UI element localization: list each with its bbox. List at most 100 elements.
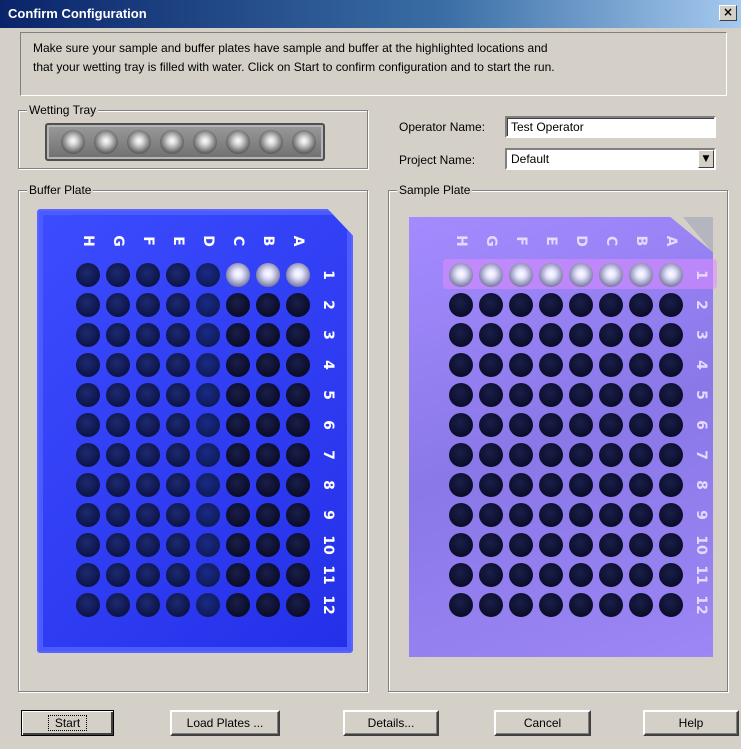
sample-plate-well: [569, 293, 593, 317]
sample-plate-well: [599, 503, 623, 527]
buffer-plate-well: [106, 473, 130, 497]
sample-plate-well: [629, 473, 653, 497]
buffer-plate-well: [166, 323, 190, 347]
buffer-plate-well: [136, 593, 160, 617]
start-button[interactable]: Start: [21, 710, 114, 736]
sample-plate-well: [659, 443, 683, 467]
buffer-plate-well: [226, 353, 250, 377]
sample-plate-well: [659, 473, 683, 497]
sample-plate-well: [509, 263, 533, 287]
sample-plate-column-label: C: [603, 235, 619, 247]
buffer-plate-well: [136, 383, 160, 407]
sample-plate-well: [569, 533, 593, 557]
sample-plate-well: [629, 503, 653, 527]
sample-plate-well: [539, 263, 563, 287]
sample-plate-well: [569, 473, 593, 497]
sample-plate-well: [449, 353, 473, 377]
sample-plate-well: [659, 563, 683, 587]
buffer-plate-well: [286, 263, 310, 287]
buffer-plate-well: [136, 263, 160, 287]
wetting-tray: [45, 123, 325, 161]
operator-name-input[interactable]: [505, 116, 716, 138]
sample-plate-well: [449, 413, 473, 437]
buffer-plate-row-label: 11: [320, 565, 336, 585]
buffer-plate-well: [106, 353, 130, 377]
sample-plate-group: Sample Plate H G F E D C B A 1 2 3 4 5 6 7 8 9 10 11 12: [388, 183, 728, 692]
buffer-plate-well: [286, 293, 310, 317]
buffer-plate-well: [76, 443, 100, 467]
project-name-select[interactable]: Default ▼: [505, 148, 716, 170]
sample-plate-well: [629, 263, 653, 287]
close-button[interactable]: ×: [719, 5, 737, 21]
buffer-plate-well: [256, 593, 280, 617]
buffer-plate-well: [226, 293, 250, 317]
buffer-plate-well: [286, 443, 310, 467]
buffer-plate-well: [76, 353, 100, 377]
sample-plate-well: [479, 413, 503, 437]
buffer-plate-well: [196, 563, 220, 587]
buffer-plate-well: [256, 413, 280, 437]
load-plates-button[interactable]: Load Plates ...: [170, 710, 280, 736]
buffer-plate-well: [256, 533, 280, 557]
sample-plate-well: [449, 503, 473, 527]
sample-plate-well: [509, 533, 533, 557]
buffer-plate-well: [196, 443, 220, 467]
buffer-plate-well: [256, 383, 280, 407]
sample-plate-well: [479, 593, 503, 617]
sample-plate-well: [599, 383, 623, 407]
sample-plate-well: [599, 443, 623, 467]
cancel-button[interactable]: Cancel: [494, 710, 591, 736]
buffer-plate-row-label: 10: [320, 535, 336, 555]
buffer-plate-well: [76, 293, 100, 317]
sample-plate-row-label: 7: [693, 450, 709, 460]
sample-plate-column-label: A: [663, 235, 679, 247]
sample-plate-well: [509, 323, 533, 347]
sample-plate-well: [539, 413, 563, 437]
buffer-plate-well: [196, 323, 220, 347]
chevron-down-icon[interactable]: ▼: [698, 150, 714, 168]
buffer-plate-well: [226, 503, 250, 527]
buffer-plate-row-label: 9: [320, 510, 336, 520]
sample-plate-well: [509, 473, 533, 497]
buffer-plate-well: [106, 443, 130, 467]
buffer-plate-well: [166, 413, 190, 437]
buffer-plate-well: [286, 353, 310, 377]
buffer-plate-well: [226, 323, 250, 347]
buffer-plate-well: [106, 323, 130, 347]
buffer-plate-row-label: 2: [320, 300, 336, 310]
buffer-plate-well: [136, 443, 160, 467]
buffer-plate-well: [106, 593, 130, 617]
wetting-tray-well: [94, 130, 118, 154]
sample-plate-row-label: 6: [693, 420, 709, 430]
buffer-plate-well: [196, 353, 220, 377]
sample-plate-row-label: 12: [693, 595, 709, 615]
sample-plate-well: [509, 413, 533, 437]
sample-plate-row-label: 2: [693, 300, 709, 310]
sample-plate-well: [599, 533, 623, 557]
buffer-plate-well: [166, 353, 190, 377]
sample-plate-well: [629, 383, 653, 407]
sample-plate-well: [479, 563, 503, 587]
sample-plate-well: [569, 323, 593, 347]
buffer-plate-well: [286, 323, 310, 347]
buffer-plate-well: [256, 263, 280, 287]
sample-plate-well: [599, 263, 623, 287]
sample-plate-row-label: 9: [693, 510, 709, 520]
sample-plate-well: [539, 593, 563, 617]
help-button[interactable]: Help: [643, 710, 739, 736]
buffer-plate-well: [166, 443, 190, 467]
wetting-tray-well: [193, 130, 217, 154]
instructions-line-1: Make sure your sample and buffer plates …: [33, 41, 548, 55]
sample-plate-well: [599, 473, 623, 497]
buffer-plate-well: [196, 593, 220, 617]
details-button[interactable]: Details...: [343, 710, 439, 736]
buffer-plate-well: [226, 383, 250, 407]
sample-plate-well: [449, 563, 473, 587]
sample-plate-row-label: 3: [693, 330, 709, 340]
buffer-plate-well: [76, 323, 100, 347]
buffer-plate-well: [196, 263, 220, 287]
buffer-plate-well: [76, 563, 100, 587]
buffer-plate-well: [106, 563, 130, 587]
sample-plate-well: [449, 263, 473, 287]
sample-plate-well: [479, 323, 503, 347]
